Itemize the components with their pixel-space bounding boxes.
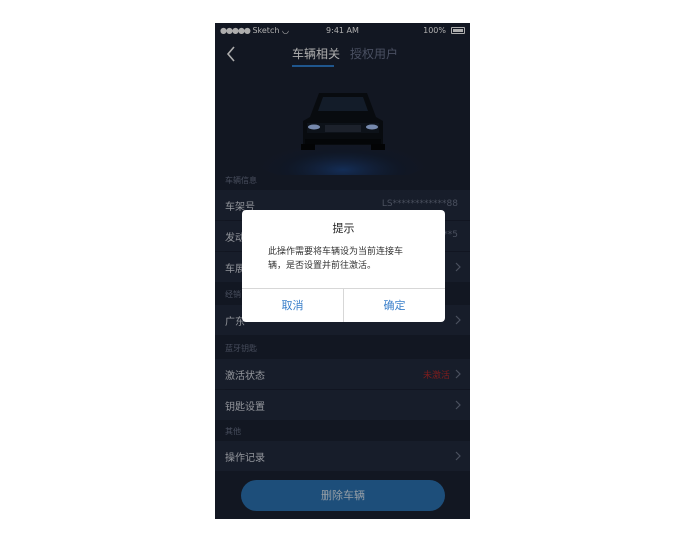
dialog-title: 提示 [332, 222, 355, 235]
dialog-message: 此操作需要将车辆设为当前连接车辆，是否设置并前往激活。 [268, 247, 404, 271]
alert-dialog: 提示 此操作需要将车辆设为当前连接车辆，是否设置并前往激活。 取消 确定 [242, 210, 445, 322]
confirm-button[interactable]: 确定 [344, 289, 445, 322]
phone-screen: ●●●●● Sketch ◡ 9:41 AM 100% 车辆相关 授权用户 车辆… [215, 23, 470, 519]
cancel-button[interactable]: 取消 [242, 289, 343, 322]
